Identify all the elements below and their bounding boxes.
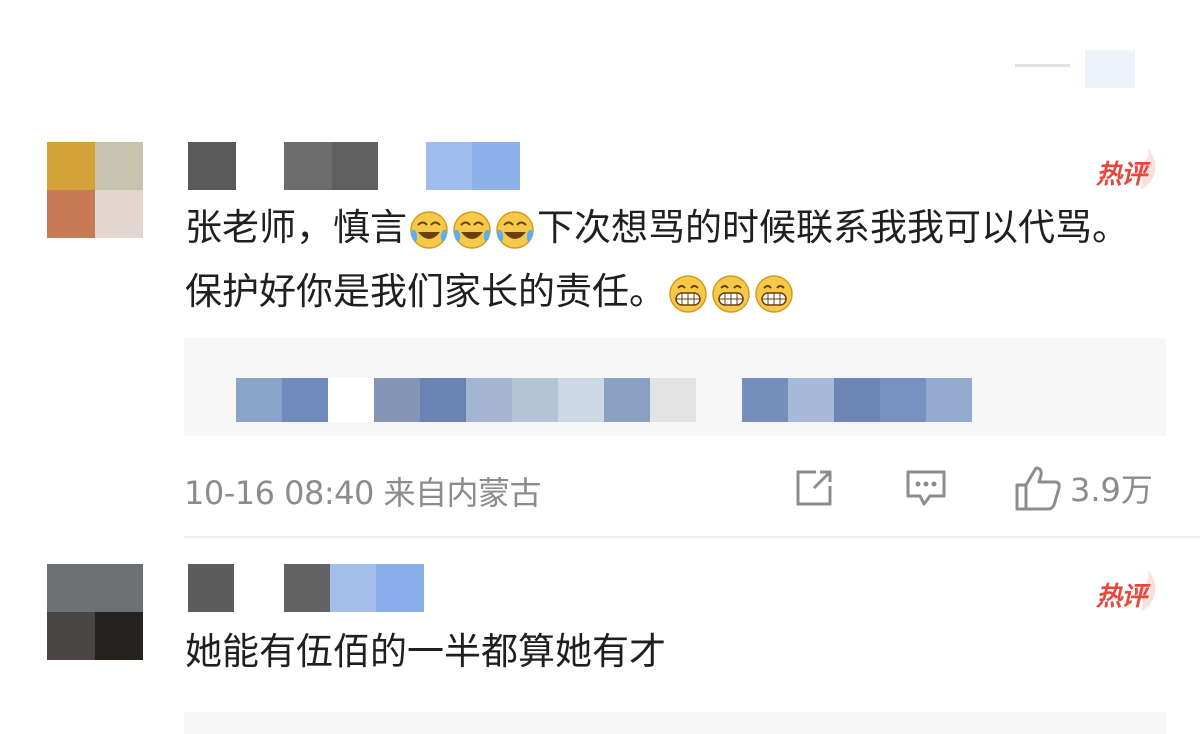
hot-comment-label: 热评 bbox=[1096, 582, 1147, 612]
grinning-emoji-icon bbox=[712, 274, 750, 313]
comment-time-location: 10-16 08:40 来自内蒙古 bbox=[184, 474, 542, 512]
comment-item: 热评 张老师，慎言 下次想骂的时候联系我我可以代骂。保护好你是我们家长的责任。 bbox=[0, 140, 1200, 540]
comment-icon bbox=[906, 470, 946, 506]
comment-text-part: 张老师，慎言 bbox=[185, 206, 407, 249]
like-button[interactable]: 3.9万 bbox=[1014, 466, 1153, 511]
comment-text: 她能有伍佰的一半都算她有才 bbox=[185, 630, 666, 673]
crying-laughing-emoji-icon bbox=[496, 210, 534, 249]
thumbs-up-icon bbox=[1015, 466, 1061, 511]
crying-laughing-emoji-icon bbox=[453, 210, 491, 249]
hot-comment-badge: 热评 bbox=[1092, 568, 1162, 614]
emoji-group bbox=[409, 210, 535, 250]
username-pixelated[interactable] bbox=[188, 142, 520, 190]
comment-meta: 10-16 08:40 来自内蒙古 3.9万 bbox=[184, 466, 1164, 512]
share-button[interactable] bbox=[792, 466, 836, 510]
comment-item: 热评 她能有伍佰的一半都算她有才 bbox=[0, 562, 1200, 734]
comment-button[interactable] bbox=[904, 466, 948, 510]
avatar[interactable] bbox=[47, 142, 143, 238]
comment-text: 张老师，慎言 下次想骂的时候联系我我可以代骂。保护好你是我们家长的责任。 bbox=[185, 196, 1165, 324]
avatar[interactable] bbox=[47, 564, 143, 660]
username-pixelated[interactable] bbox=[188, 564, 424, 612]
grinning-emoji-icon bbox=[755, 274, 793, 313]
reply-preview-box[interactable] bbox=[184, 338, 1166, 436]
share-icon bbox=[796, 470, 832, 506]
comment-divider bbox=[184, 536, 1200, 538]
reply-preview-box[interactable] bbox=[184, 712, 1166, 734]
hot-comment-label: 热评 bbox=[1096, 160, 1147, 190]
like-count: 3.9万 bbox=[1070, 471, 1153, 509]
top-faded-residue bbox=[1015, 50, 1135, 90]
emoji-group bbox=[668, 274, 794, 314]
hot-comment-badge: 热评 bbox=[1092, 146, 1162, 192]
crying-laughing-emoji-icon bbox=[410, 210, 448, 249]
reply-preview-pixelated bbox=[236, 378, 972, 422]
grinning-emoji-icon bbox=[669, 274, 707, 313]
